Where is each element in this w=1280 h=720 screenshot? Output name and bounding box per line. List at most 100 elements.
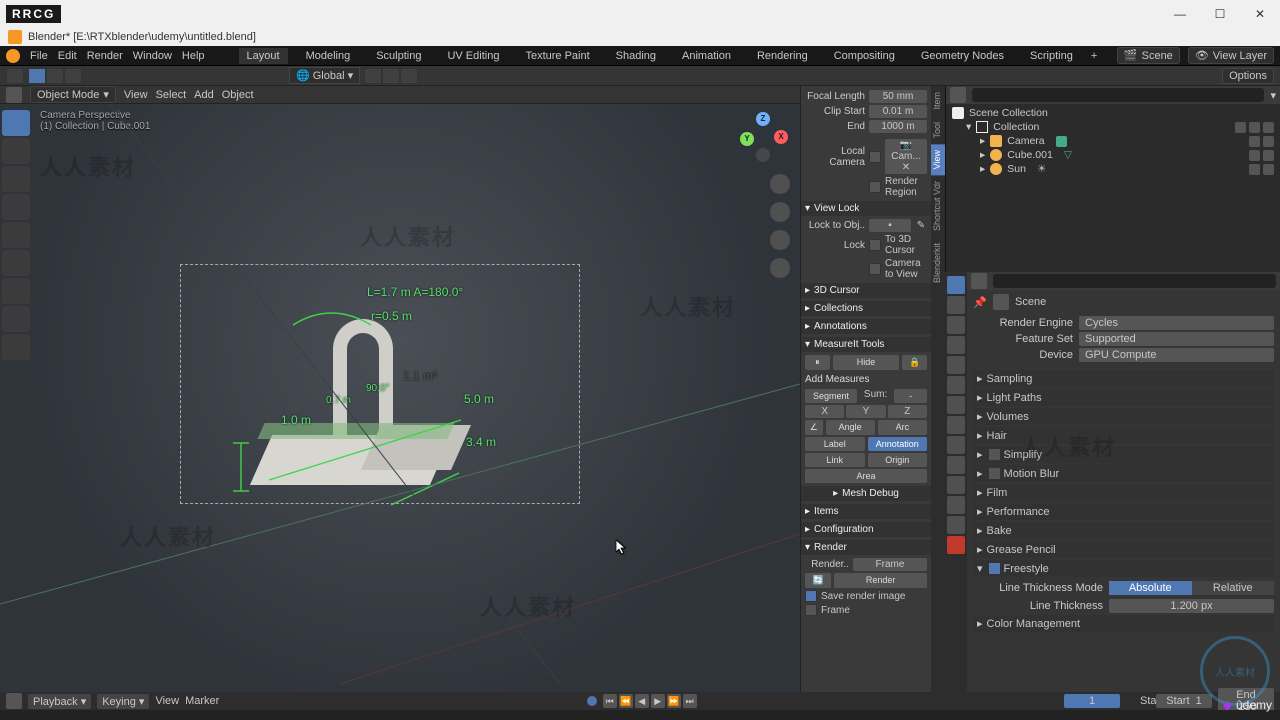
autokey-icon[interactable]: [587, 696, 597, 706]
sec-simplify[interactable]: Simplify: [973, 446, 1274, 463]
menu-view[interactable]: View: [124, 89, 148, 101]
maximize-button[interactable]: ☐: [1200, 0, 1240, 28]
menu-help[interactable]: Help: [182, 50, 205, 62]
timeline-editor-icon[interactable]: [6, 693, 22, 709]
local-camera-field[interactable]: 📷 Cam... ✕: [885, 139, 927, 174]
render-engine-select[interactable]: Cycles: [1079, 316, 1274, 330]
tab-scripting[interactable]: Scripting: [1022, 48, 1081, 64]
sec-motionblur[interactable]: Motion Blur: [973, 465, 1274, 482]
ptab-output[interactable]: [947, 296, 965, 314]
filter-icon[interactable]: ▾: [1270, 89, 1276, 102]
device-select[interactable]: GPU Compute: [1079, 348, 1274, 362]
sec-volumes[interactable]: Volumes: [973, 408, 1274, 425]
timeline-view[interactable]: View: [155, 695, 179, 707]
render-vis-icon[interactable]: [1263, 122, 1274, 133]
sec-performance[interactable]: Performance: [973, 503, 1274, 520]
3d-viewport[interactable]: Camera Perspective (1) Collection | Cube…: [0, 104, 800, 692]
area-button[interactable]: Area: [805, 469, 927, 483]
y-button[interactable]: Y: [846, 405, 885, 418]
jump-end-icon[interactable]: ⏭: [683, 694, 697, 708]
sec-greasepencil[interactable]: Grease Pencil: [973, 541, 1274, 558]
tool-measure[interactable]: [2, 306, 30, 332]
3dcursor-section[interactable]: 3D Cursor: [801, 283, 931, 298]
tool-move[interactable]: [2, 166, 30, 192]
tool-addcube[interactable]: [2, 334, 30, 360]
start-frame-field[interactable]: Start 1: [1156, 694, 1212, 708]
snap-face-icon[interactable]: [64, 68, 82, 84]
keyframe-prev-icon[interactable]: ⏪: [619, 694, 633, 708]
editor-type-button[interactable]: [6, 68, 24, 84]
tab-uv[interactable]: UV Editing: [439, 48, 507, 64]
perspective-icon[interactable]: [770, 258, 790, 278]
sec-lightpaths[interactable]: Light Paths: [973, 389, 1274, 406]
clip-start-field[interactable]: 0.01 m: [869, 105, 927, 118]
arc-button[interactable]: Arc: [878, 420, 927, 435]
ptab-viewlayer[interactable]: [947, 316, 965, 334]
ptab-texture[interactable]: [947, 516, 965, 534]
ptab-object[interactable]: [947, 376, 965, 394]
mode-selector[interactable]: Object Mode ▾: [30, 86, 116, 103]
ntab-bk[interactable]: Blenderkit: [931, 237, 945, 289]
orientation-selector[interactable]: 🌐 Global ▾: [289, 67, 360, 84]
hide-button[interactable]: Hide: [833, 355, 899, 370]
eyedropper-icon[interactable]: ✎: [915, 220, 927, 231]
scene-selector[interactable]: 🎬 Scene: [1117, 47, 1180, 64]
lock-camview-checkbox[interactable]: [869, 263, 881, 275]
snap-toggle-icon[interactable]: [382, 68, 400, 84]
tool-select[interactable]: [2, 110, 30, 136]
tab-modeling[interactable]: Modeling: [298, 48, 359, 64]
camera-view-icon[interactable]: [770, 230, 790, 250]
scene-name[interactable]: Scene: [1015, 296, 1046, 308]
focal-length-field[interactable]: 50 mm: [869, 90, 927, 103]
props-search-input[interactable]: [993, 274, 1276, 288]
render-frame-select[interactable]: Frame: [853, 558, 927, 571]
menu-render[interactable]: Render: [87, 50, 123, 62]
axis-z-icon[interactable]: Z: [756, 112, 770, 126]
ntab-view[interactable]: View: [931, 144, 945, 175]
menu-object[interactable]: Object: [222, 89, 254, 101]
tab-rendering[interactable]: Rendering: [749, 48, 816, 64]
snap-edge-icon[interactable]: [46, 68, 64, 84]
ptab-constraints[interactable]: [947, 456, 965, 474]
keyframe-next-icon[interactable]: ⏩: [667, 694, 681, 708]
sec-bake[interactable]: Bake: [973, 522, 1274, 539]
link-button[interactable]: Link: [805, 453, 865, 467]
ltm-relative[interactable]: Relative: [1192, 581, 1275, 595]
ptab-material[interactable]: [947, 496, 965, 514]
ptab-scene[interactable]: [947, 336, 965, 354]
ptab-particles[interactable]: [947, 416, 965, 434]
current-frame-field[interactable]: 1: [1064, 694, 1120, 708]
play-rev-icon[interactable]: ◀: [635, 694, 649, 708]
pivot-icon[interactable]: [364, 68, 382, 84]
ntab-tool[interactable]: Tool: [931, 116, 945, 145]
pin-icon[interactable]: 📌: [973, 296, 987, 309]
playback-menu[interactable]: Playback ▾: [28, 694, 91, 709]
menu-edit[interactable]: Edit: [58, 50, 77, 62]
items-section[interactable]: Items: [801, 504, 931, 519]
sec-hair[interactable]: Hair: [973, 427, 1274, 444]
pause-button[interactable]: ⏸: [805, 355, 830, 370]
obj-cube[interactable]: Cube.001: [1007, 149, 1053, 161]
measureit-section[interactable]: MeasureIt Tools: [801, 337, 931, 352]
viewlayer-selector[interactable]: 👁 View Layer: [1188, 47, 1274, 64]
scene-collection[interactable]: Scene Collection: [969, 107, 1048, 119]
axis-y-icon[interactable]: Y: [740, 132, 754, 146]
outliner-search-input[interactable]: [972, 88, 1264, 102]
lock-icon[interactable]: 🔒: [902, 355, 927, 370]
feature-set-select[interactable]: Supported: [1079, 332, 1274, 346]
menu-select[interactable]: Select: [156, 89, 187, 101]
collection-item[interactable]: Collection: [993, 121, 1039, 133]
collections-section[interactable]: Collections: [801, 301, 931, 316]
tool-cursor[interactable]: [2, 138, 30, 164]
mesh-debug-section[interactable]: Mesh Debug: [801, 486, 931, 501]
props-editor-icon[interactable]: [971, 273, 987, 289]
segment-button[interactable]: Segment: [805, 389, 857, 403]
axis-x-icon[interactable]: X: [774, 130, 788, 144]
sec-sampling[interactable]: Sampling: [973, 370, 1274, 387]
z-button[interactable]: Z: [888, 405, 927, 418]
menu-file[interactable]: File: [30, 50, 48, 62]
menu-window[interactable]: Window: [133, 50, 172, 62]
render-button[interactable]: Render: [834, 573, 927, 588]
annotation-button[interactable]: Annotation: [868, 437, 928, 451]
ltm-absolute[interactable]: Absolute: [1109, 581, 1192, 595]
